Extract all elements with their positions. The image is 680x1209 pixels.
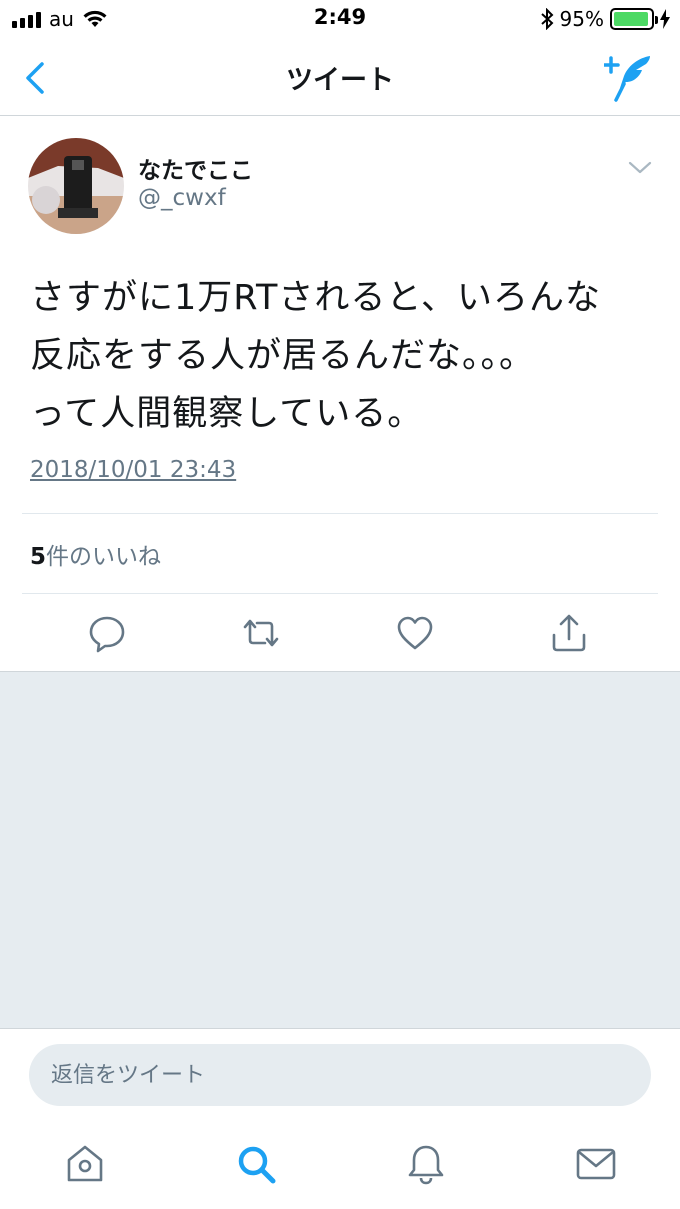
status-bar: au 2:49 95% [0, 0, 680, 40]
search-icon[interactable] [234, 1142, 278, 1186]
messages-icon[interactable] [574, 1142, 618, 1186]
avatar[interactable] [28, 138, 124, 234]
retweet-icon[interactable] [241, 613, 281, 653]
likes-number: 5 [30, 544, 47, 570]
page-title: ツイート [286, 65, 394, 96]
replies-area [0, 671, 680, 1029]
tweet-actions [0, 609, 680, 659]
display-name[interactable]: なたでここ [138, 151, 253, 185]
compose-tweet-icon[interactable] [604, 54, 654, 102]
notifications-icon[interactable] [404, 1142, 448, 1186]
divider [22, 593, 658, 594]
tweet-text: さすがに1万RTされると、いろんな 反応をする人が居るんだな。。。 って人間観察… [30, 278, 602, 434]
reply-icon[interactable] [87, 613, 127, 653]
home-icon[interactable] [63, 1142, 107, 1186]
status-right: 95% [540, 6, 670, 32]
battery-level-fill [614, 12, 649, 26]
avatar-image [28, 138, 124, 234]
like-icon[interactable] [395, 613, 435, 653]
divider [22, 513, 658, 514]
tweet-timestamp[interactable]: 2018/10/01 23:43 [30, 457, 236, 483]
user-handle[interactable]: @_cwxf [138, 185, 226, 211]
likes-label: 件のいいね [46, 544, 162, 570]
share-icon[interactable] [549, 613, 589, 653]
chevron-down-icon[interactable] [626, 157, 654, 177]
nav-bar: ツイート [0, 40, 680, 116]
charging-bolt-icon [660, 9, 670, 29]
bluetooth-icon [540, 8, 553, 30]
battery-percent: 95% [559, 7, 604, 31]
tab-bar [0, 1120, 680, 1209]
reply-input[interactable] [29, 1044, 651, 1106]
likes-count[interactable]: 5件のいいね [30, 537, 161, 571]
battery-icon [610, 8, 658, 30]
